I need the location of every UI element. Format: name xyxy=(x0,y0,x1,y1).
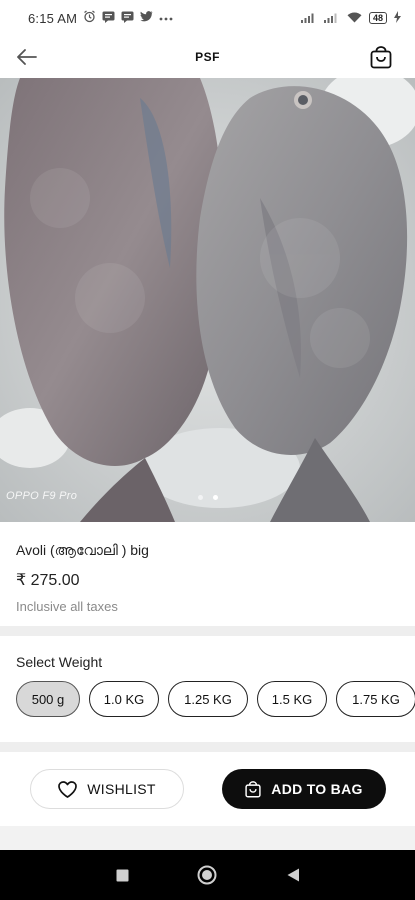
recents-button[interactable] xyxy=(112,865,132,885)
signal-icon xyxy=(300,11,317,26)
weight-option-500g[interactable]: 500 g xyxy=(16,681,80,717)
carousel-dot-active[interactable] xyxy=(212,495,218,500)
section-divider xyxy=(0,626,415,636)
home-button[interactable] xyxy=(197,865,217,885)
status-right: 48 xyxy=(300,10,401,26)
shopping-bag-icon xyxy=(245,780,261,797)
page-title: PSF xyxy=(195,50,220,64)
battery-icon: 48 xyxy=(368,12,387,24)
weight-option-1-25kg[interactable]: 1.25 KG xyxy=(168,681,248,717)
status-bar: 6:15 AM 48 xyxy=(0,0,415,36)
back-button[interactable] xyxy=(14,44,40,70)
carousel-dot[interactable] xyxy=(197,495,203,500)
add-to-bag-button[interactable]: ADD TO BAG xyxy=(222,769,386,809)
section-divider xyxy=(0,742,415,752)
weight-option-1-5kg[interactable]: 1.5 KG xyxy=(257,681,327,717)
weight-options: 500 g 1.0 KG 1.25 KG 1.5 KG 1.75 KG xyxy=(16,681,415,717)
weight-option-1kg[interactable]: 1.0 KG xyxy=(89,681,159,717)
add-to-bag-label: ADD TO BAG xyxy=(271,781,363,797)
weight-option-1-75kg[interactable]: 1.75 KG xyxy=(336,681,415,717)
status-left: 6:15 AM xyxy=(28,10,173,26)
home-circle-icon xyxy=(197,865,217,885)
tax-note: Inclusive all taxes xyxy=(16,599,118,614)
fish-photo xyxy=(0,78,415,522)
wifi-icon xyxy=(347,11,362,26)
shopping-bag-button[interactable] xyxy=(367,43,395,71)
product-name: Avoli (ആവോലി ) big xyxy=(16,542,149,558)
product-price: ₹ 275.00 xyxy=(16,572,80,589)
wishlist-button[interactable]: WISHLIST xyxy=(30,769,184,809)
app-header: PSF xyxy=(0,36,415,78)
charging-icon xyxy=(394,10,401,26)
shopping-bag-icon xyxy=(370,45,392,68)
wishlist-label: WISHLIST xyxy=(87,781,156,797)
status-time: 6:15 AM xyxy=(28,10,78,26)
recents-square-icon xyxy=(116,869,128,881)
weight-selector: Select Weight 500 g 1.0 KG 1.25 KG 1.5 K… xyxy=(0,636,415,742)
signal-icon xyxy=(323,11,340,26)
system-nav-bar xyxy=(0,850,415,900)
twitter-icon xyxy=(140,11,153,25)
action-bar: WISHLIST ADD TO BAG xyxy=(0,752,415,826)
bottom-spacer xyxy=(0,826,415,850)
more-dots-icon xyxy=(159,12,173,24)
arrow-left-icon xyxy=(17,49,37,65)
back-triangle-icon xyxy=(287,868,299,882)
product-image[interactable]: OPPO F9 Pro xyxy=(0,78,415,522)
weight-title: Select Weight xyxy=(16,654,103,670)
heart-icon xyxy=(58,780,78,798)
carousel-dots xyxy=(0,495,415,500)
product-info: Avoli (ആവോലി ) big ₹ 275.00 Inclusive al… xyxy=(0,522,415,626)
system-back-button[interactable] xyxy=(283,865,303,885)
message-icon xyxy=(102,11,115,26)
alarm-icon xyxy=(83,10,96,26)
message-icon xyxy=(121,11,134,26)
